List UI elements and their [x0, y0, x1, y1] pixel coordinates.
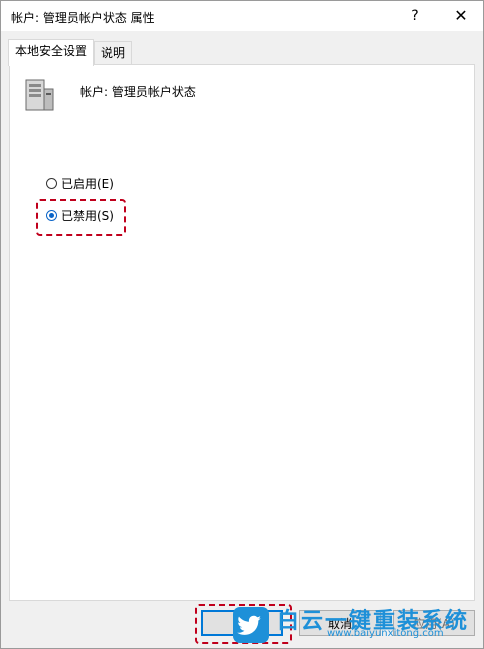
highlight-box-disabled-option [36, 199, 126, 236]
properties-dialog: 帐户: 管理员帐户状态 属性 ? ✕ 本地安全设置 说明 帐户: 管理员帐户状态… [0, 0, 484, 649]
twitter-bird-icon [233, 607, 269, 643]
policy-name: 帐户: 管理员帐户状态 [80, 85, 196, 99]
radio-enabled[interactable] [46, 178, 57, 189]
watermark-url: www.baiyunxitong.com [327, 628, 444, 639]
tab-local-security-setting[interactable]: 本地安全设置 [8, 39, 95, 66]
tab-panel: 帐户: 管理员帐户状态 已启用(E) 已禁用(S) [9, 64, 475, 601]
close-button[interactable]: ✕ [443, 1, 479, 31]
option-enabled-label: 已启用(E) [61, 177, 114, 191]
watermark: 白云一键重装系统 www.baiyunxitong.com [233, 601, 483, 649]
option-enabled[interactable]: 已启用(E) [46, 175, 114, 192]
help-button[interactable]: ? [397, 1, 433, 31]
window-title: 帐户: 管理员帐户状态 属性 [11, 11, 155, 25]
tab-explain[interactable]: 说明 [94, 41, 133, 64]
server-computer-icon [25, 79, 54, 111]
title-bar: 帐户: 管理员帐户状态 属性 ? ✕ [1, 1, 483, 31]
